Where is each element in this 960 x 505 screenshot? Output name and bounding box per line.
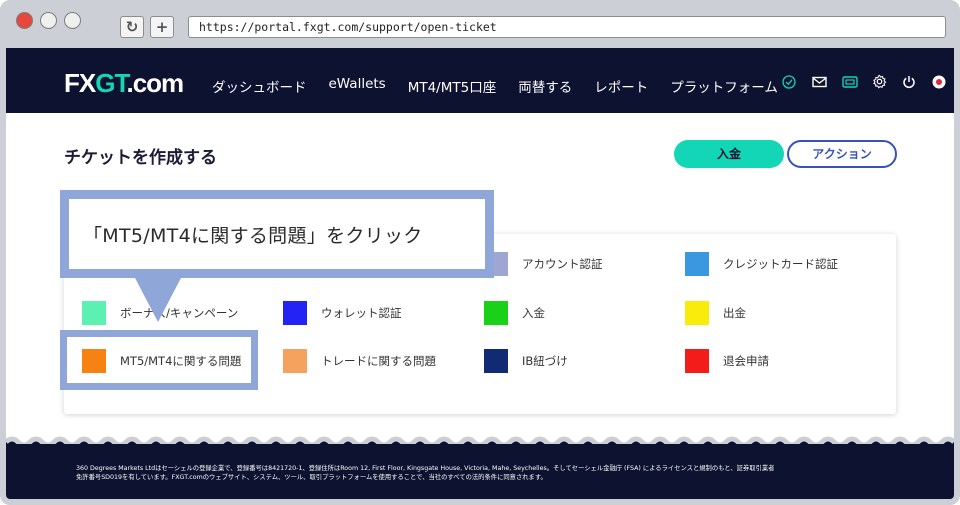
nav-platforms[interactable]: プラットフォーム (670, 76, 778, 96)
footer-line-1: 360 Degrees Markets Ltdはセーシェルの登録企業で、登録番号… (76, 465, 775, 472)
top-navbar: FXGT.com ダッシュボード eWallets MT4/MT5口座 両替する… (6, 48, 954, 113)
power-icon[interactable] (902, 74, 916, 89)
category-swatch (484, 301, 508, 325)
reload-icon[interactable]: ↻ (120, 16, 144, 38)
instruction-callout: 「MT5/MT4に関する問題」をクリック (60, 190, 494, 278)
category-label: 出金 (723, 306, 746, 320)
fxgt-logo[interactable]: FXGT.com (64, 68, 184, 99)
deposit-button[interactable]: 入金 (674, 140, 784, 168)
language-flag-icon[interactable] (932, 74, 946, 89)
callout-body: 「MT5/MT4に関する問題」をクリック (69, 199, 485, 269)
site-footer: 360 Degrees Markets Ltdはセーシェルの登録企業で、登録番号… (6, 444, 954, 499)
category-label: トレードに関する問題 (321, 354, 436, 368)
minimize-window-button[interactable] (40, 12, 57, 29)
footer-line-2: 免許番号SD019を有しています。FXGT.comのウェブサイト、システム、ツー… (76, 474, 547, 481)
callout-text: 「MT5/MT4に関する問題」をクリック (83, 224, 423, 247)
category-deposit[interactable]: 入金 (484, 300, 545, 326)
footer-legal-text: 360 Degrees Markets Ltdはセーシェルの登録企業で、登録番号… (76, 464, 896, 482)
site-page: FXGT.com ダッシュボード eWallets MT4/MT5口座 両替する… (6, 48, 954, 499)
category-swatch (283, 349, 307, 373)
category-swatch (685, 349, 709, 373)
category-swatch (484, 349, 508, 373)
category-label: アカウント認証 (522, 257, 603, 271)
new-tab-icon[interactable]: + (150, 16, 174, 38)
ticket-icon[interactable] (842, 74, 858, 88)
maximize-window-button[interactable] (64, 12, 81, 29)
category-withdrawal[interactable]: 出金 (685, 300, 746, 326)
highlight-box (60, 330, 258, 390)
category-label: クレジットカード認証 (723, 257, 838, 271)
nav-dashboard[interactable]: ダッシュボード (212, 76, 307, 96)
category-wallet-verification[interactable]: ウォレット認証 (283, 300, 402, 326)
address-bar[interactable]: https://portal.fxgt.com/support/open-tic… (188, 16, 946, 38)
check-circle-icon[interactable] (782, 74, 796, 89)
category-label: ウォレット認証 (321, 306, 402, 320)
category-swatch (685, 301, 709, 325)
main-nav: ダッシュボード eWallets MT4/MT5口座 両替する レポート プラッ… (212, 76, 800, 96)
category-credit-card-verification[interactable]: クレジットカード認証 (685, 251, 838, 277)
category-trade-issues[interactable]: トレードに関する問題 (283, 348, 436, 374)
action-button[interactable]: アクション (787, 140, 897, 168)
category-swatch (82, 301, 106, 325)
nav-icon-group (766, 74, 946, 89)
callout-tail (134, 276, 182, 322)
category-swatch (685, 252, 709, 276)
nav-ewallets[interactable]: eWallets (329, 76, 386, 96)
gear-icon[interactable] (872, 74, 887, 89)
category-account-verification[interactable]: アカウント認証 (484, 251, 603, 277)
browser-chrome: ↻ + https://portal.fxgt.com/support/open… (6, 6, 954, 50)
close-window-button[interactable] (16, 12, 33, 29)
mail-icon[interactable] (812, 74, 827, 88)
category-ib-link[interactable]: IB紐づけ (484, 348, 568, 374)
browser-window: ↻ + https://portal.fxgt.com/support/open… (0, 0, 960, 505)
category-swatch (283, 301, 307, 325)
nav-reports[interactable]: レポート (594, 76, 648, 96)
category-label: 退会申請 (723, 354, 769, 368)
category-label: IB紐づけ (522, 354, 568, 368)
nav-mt-accounts[interactable]: MT4/MT5口座 (408, 76, 497, 96)
category-label: 入金 (522, 306, 545, 320)
nav-exchange[interactable]: 両替する (518, 76, 572, 96)
page-title: チケットを作成する (64, 148, 217, 168)
category-account-closure[interactable]: 退会申請 (685, 348, 769, 374)
